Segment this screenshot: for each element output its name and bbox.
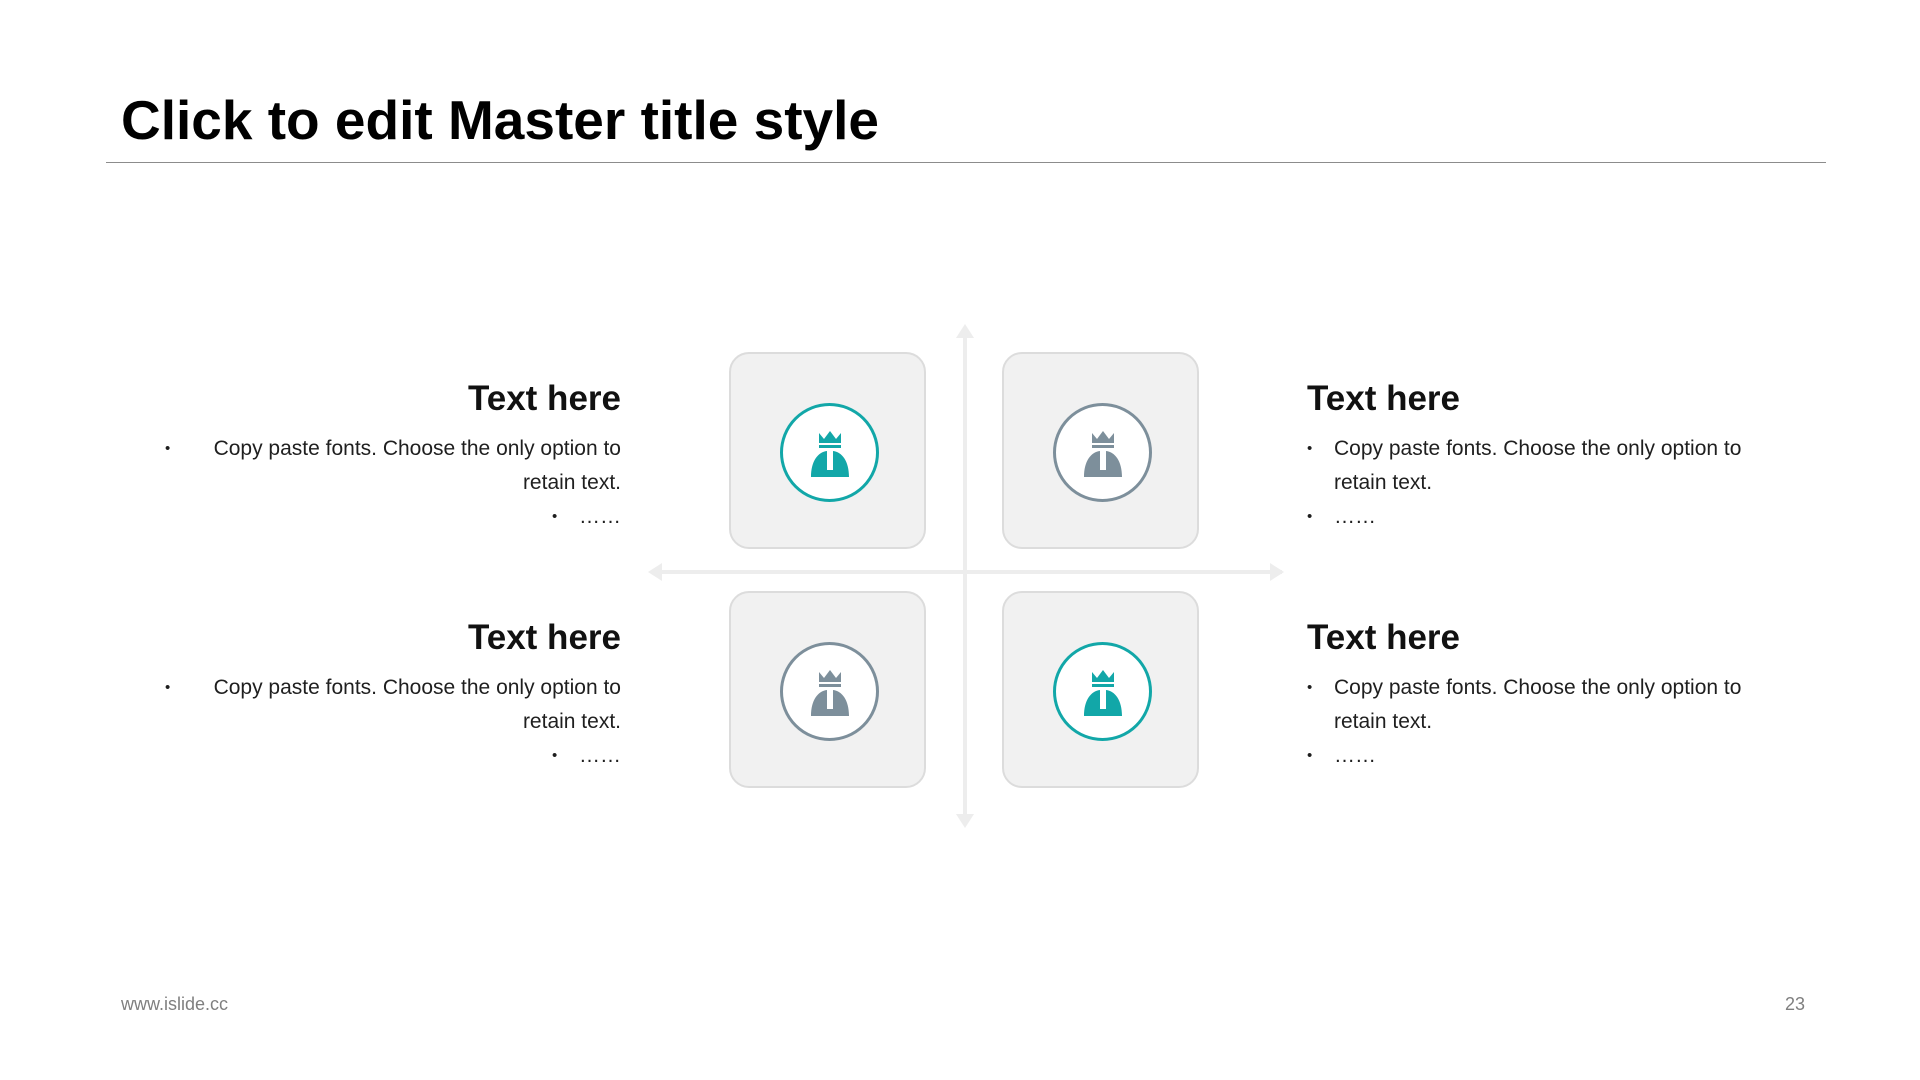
quadrant-box-bottom-left[interactable] (729, 591, 926, 788)
bullet-dot-icon: • (165, 679, 171, 696)
bullet-text: …… (1334, 505, 1376, 528)
arrow-right-icon (1270, 563, 1284, 581)
bullet-text: …… (1334, 744, 1376, 767)
text-block-bottom-left[interactable]: Text here • Copy paste fonts. Choose the… (151, 615, 621, 773)
king-person-icon (810, 669, 849, 716)
icon-ring (1053, 642, 1152, 741)
bullet-dot-icon: • (1307, 440, 1313, 457)
bullet-item: • …… (151, 500, 621, 534)
text-block-top-left[interactable]: Text here • Copy paste fonts. Choose the… (151, 376, 621, 534)
slide: Click to edit Master title style Text he… (0, 0, 1920, 1080)
king-person-icon (810, 430, 849, 477)
arrow-left-icon (648, 563, 662, 581)
quadrant-heading: Text here (467, 379, 621, 418)
arrow-up-icon (956, 324, 974, 338)
bullet-text: Copy paste fonts. Choose the only option… (213, 437, 621, 494)
bullet-text: Copy paste fonts. Choose the only option… (213, 676, 621, 733)
icon-ring (780, 642, 879, 741)
bullet-item: • …… (1307, 500, 1777, 534)
quadrant-box-top-left[interactable] (729, 352, 926, 549)
bullet-dot-icon: • (165, 440, 171, 457)
bullet-dot-icon: • (552, 508, 558, 525)
quadrant-heading: Text here (1307, 379, 1461, 418)
bullet-dot-icon: • (1307, 508, 1313, 525)
bullet-text: Copy paste fonts. Choose the only option… (1334, 437, 1742, 494)
text-block-top-right[interactable]: Text here • Copy paste fonts. Choose the… (1307, 376, 1777, 534)
vertical-axis (963, 330, 967, 822)
icon-ring (1053, 403, 1152, 502)
bullet-item: • Copy paste fonts. Choose the only opti… (151, 671, 621, 739)
bullet-dot-icon: • (552, 747, 558, 764)
title-divider (106, 162, 1826, 163)
arrow-down-icon (956, 814, 974, 828)
bullet-dot-icon: • (1307, 747, 1313, 764)
bullet-item: • …… (1307, 739, 1777, 773)
quadrant-heading: Text here (1307, 618, 1461, 657)
footer-url: www.islide.cc (121, 994, 229, 1014)
king-person-icon (1083, 430, 1122, 477)
quadrant-box-bottom-right[interactable] (1002, 591, 1199, 788)
slide-title[interactable]: Click to edit Master title style (121, 88, 879, 152)
page-number: 23 (1785, 994, 1806, 1014)
king-person-icon (1083, 669, 1122, 716)
bullet-text: …… (579, 505, 621, 528)
bullet-item: • Copy paste fonts. Choose the only opti… (1307, 671, 1777, 739)
bullet-item: • …… (151, 739, 621, 773)
bullet-dot-icon: • (1307, 679, 1313, 696)
text-block-bottom-right[interactable]: Text here • Copy paste fonts. Choose the… (1307, 615, 1777, 773)
bullet-text: Copy paste fonts. Choose the only option… (1334, 676, 1742, 733)
bullet-item: • Copy paste fonts. Choose the only opti… (151, 432, 621, 500)
quadrant-box-top-right[interactable] (1002, 352, 1199, 549)
horizontal-axis (652, 570, 1282, 574)
bullet-item: • Copy paste fonts. Choose the only opti… (1307, 432, 1777, 500)
bullet-text: …… (579, 744, 621, 767)
icon-ring (780, 403, 879, 502)
quadrant-heading: Text here (467, 618, 621, 657)
